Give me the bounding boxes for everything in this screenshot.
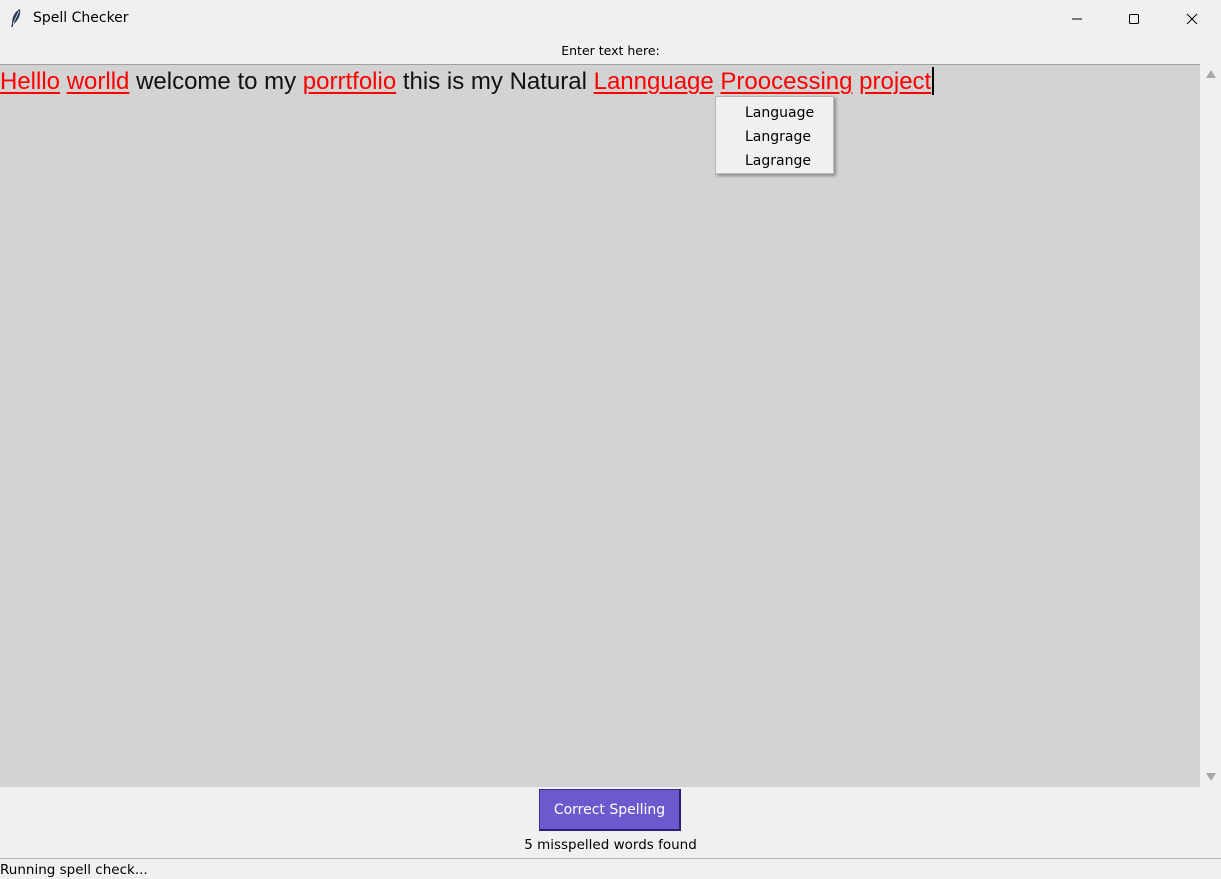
close-icon (1186, 13, 1198, 24)
misspelled-word[interactable]: worlld (67, 68, 130, 95)
misspelled-word[interactable]: Helllo (0, 68, 60, 95)
correct-spelling-button[interactable]: Correct Spelling (539, 789, 681, 831)
scroll-down-arrow-icon[interactable] (1206, 773, 1216, 781)
text-input-area[interactable]: Helllo worlld welcome to my porrtfolio t… (0, 64, 1200, 787)
misspelled-word[interactable]: Lannguage (594, 68, 714, 95)
word: my (470, 68, 503, 95)
word: Natural (509, 68, 587, 95)
scroll-up-arrow-icon[interactable] (1206, 70, 1216, 78)
word: my (264, 68, 297, 95)
maximize-button[interactable] (1105, 0, 1163, 37)
title-bar: Spell Checker (0, 0, 1221, 37)
window-title: Spell Checker (33, 10, 129, 26)
suggestions-menu: Language Langrage Lagrange (715, 96, 834, 174)
word: this (402, 68, 441, 95)
maximize-icon (1129, 13, 1139, 24)
status-bar: Running spell check... (0, 858, 1221, 879)
word: to (237, 68, 258, 95)
suggestion-item[interactable]: Language (716, 101, 833, 125)
minimize-icon (1072, 18, 1082, 19)
spell-checker-window: Spell Checker Enter text here: Helllo wo… (0, 0, 1221, 879)
word: welcome (136, 68, 231, 95)
status-text: Running spell check... (0, 862, 148, 878)
enter-text-label: Enter text here: (561, 43, 660, 58)
minimize-button[interactable] (1048, 0, 1106, 37)
close-button[interactable] (1163, 0, 1221, 37)
text-cursor (932, 67, 935, 95)
feather-icon (11, 9, 21, 27)
suggestion-item[interactable]: Lagrange (716, 149, 833, 173)
misspelled-word[interactable]: project (859, 68, 931, 95)
misspelled-word[interactable]: porrtfolio (303, 68, 396, 95)
result-message: 5 misspelled words found (524, 837, 697, 853)
word: is (446, 68, 465, 95)
suggestion-item[interactable]: Langrage (716, 125, 833, 149)
misspelled-word[interactable]: Proocessing (720, 68, 852, 95)
vertical-scrollbar[interactable] (1201, 64, 1221, 787)
text-content: Helllo worlld welcome to my porrtfolio t… (0, 67, 935, 97)
